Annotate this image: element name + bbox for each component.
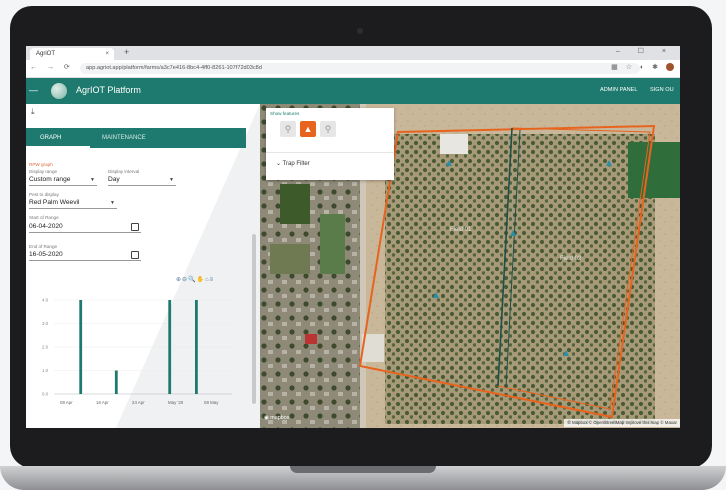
trap-filter-label: Trap Filter bbox=[282, 161, 310, 167]
feature-toggle-sensor[interactable]: ⚲ bbox=[280, 121, 296, 137]
avatar[interactable] bbox=[666, 63, 674, 72]
calendar-icon[interactable] bbox=[131, 251, 139, 259]
calendar-icon[interactable] bbox=[131, 223, 139, 231]
features-panel: Show features ⚲ ▲ ⚲ ⌄ Trap Filter bbox=[266, 108, 394, 180]
menu-icon[interactable]: ― bbox=[29, 85, 38, 95]
display-range-value: Custom range bbox=[29, 176, 71, 183]
star-icon[interactable]: ☆ bbox=[626, 64, 635, 71]
browser-tab-bar: AgriOT × + – ☐ × bbox=[26, 46, 680, 60]
x-tick-label: 08 May bbox=[204, 400, 219, 405]
mapbox-logo: ◉ mapbox bbox=[264, 415, 289, 421]
download-icon[interactable]: ⤓ bbox=[31, 107, 35, 117]
pest-select[interactable]: Red Palm Weevil ▼ bbox=[29, 198, 117, 209]
pest-label: Pest to display bbox=[29, 192, 59, 197]
mapbox-icon: ◉ bbox=[264, 415, 269, 421]
chevron-down-icon: ▼ bbox=[110, 200, 115, 206]
map-attribution[interactable]: © Mapbox © OpenStreetMap Improve this ma… bbox=[564, 419, 680, 427]
start-date-input[interactable]: 06-04-2020 bbox=[29, 222, 141, 233]
app-logo bbox=[51, 83, 67, 99]
chart-bar bbox=[114, 370, 118, 394]
new-tab-button[interactable]: + bbox=[124, 47, 129, 57]
sign-out-link[interactable]: SIGN OU bbox=[650, 87, 674, 93]
feature-toggle-irrigation[interactable]: ⚲ bbox=[320, 121, 336, 137]
section-label: RPW graph bbox=[29, 162, 53, 167]
laptop-notch bbox=[290, 466, 436, 473]
close-tab-icon[interactable]: × bbox=[105, 48, 109, 60]
chevron-down-icon: ▼ bbox=[90, 177, 95, 183]
end-date-value: 16-05-2020 bbox=[29, 251, 63, 258]
puzzle-icon[interactable]: ✱ bbox=[652, 64, 661, 71]
red-roof bbox=[305, 334, 317, 344]
farm-plot bbox=[270, 244, 310, 274]
nav-buttons[interactable]: ← → ⟳ bbox=[30, 63, 74, 71]
panel-tabs: GRAPH MAINTENANCE bbox=[26, 128, 246, 148]
tab-maintenance[interactable]: MAINTENANCE bbox=[102, 135, 146, 141]
sports-field bbox=[628, 142, 680, 198]
start-date-value: 06-04-2020 bbox=[29, 223, 63, 230]
x-tick-label: 08 Apr bbox=[60, 400, 73, 405]
field-02-label: Field 02 bbox=[560, 256, 582, 262]
tab-indicator bbox=[26, 146, 90, 148]
url-input[interactable]: app.agriot.app/platform/farms/a3c7e416-8… bbox=[80, 63, 640, 74]
rpw-bar-chart: 4.0 3.0 2.0 1.0 0.0 08 Apr 16 Apr 24 Apr May '20… bbox=[42, 298, 232, 405]
pest-value: Red Palm Weevil bbox=[29, 199, 80, 206]
extension-icons[interactable]: ▦ ☆ ◐ ✱ bbox=[611, 63, 674, 72]
display-range-label: Display range bbox=[29, 169, 58, 174]
green-field bbox=[280, 184, 310, 224]
trap-filter-toggle[interactable]: ⌄ Trap Filter bbox=[276, 160, 310, 167]
show-features-label: Show features bbox=[270, 111, 300, 116]
satellite-map[interactable]: Field 01 Field 02 Show features ⚲ ▲ ⚲ ⌄ … bbox=[260, 104, 680, 428]
chevron-down-icon: ▼ bbox=[169, 177, 174, 183]
end-range-label: End of Range bbox=[29, 244, 58, 249]
sensor-icon: ⚲ bbox=[284, 124, 292, 134]
chart-bar bbox=[195, 300, 198, 394]
chevron-down-icon: ⌄ bbox=[276, 161, 282, 167]
chart-toolbar[interactable]: ⊕⊖🔍✋⌂≡ bbox=[176, 276, 214, 283]
address-bar: ← → ⟳ app.agriot.app/platform/farms/a3c7… bbox=[26, 60, 680, 78]
x-tick-label: 16 Apr bbox=[96, 400, 109, 405]
app-header: ― AgrIOT Platform ADMIN PANEL SIGN OU bbox=[26, 78, 680, 104]
feature-toggle-trap[interactable]: ▲ bbox=[300, 121, 316, 137]
irrigation-icon: ⚲ bbox=[324, 124, 332, 134]
y-tick-label: 3.0 bbox=[42, 321, 49, 326]
start-range-label: Start of Range bbox=[29, 215, 59, 220]
chart-bar bbox=[168, 300, 172, 394]
display-range-select[interactable]: Custom range ▼ bbox=[29, 175, 97, 186]
admin-panel-link[interactable]: ADMIN PANEL bbox=[600, 87, 638, 93]
divider bbox=[266, 152, 394, 153]
y-tick-label: 1.0 bbox=[42, 368, 49, 373]
extension-icon[interactable]: ◐ bbox=[640, 64, 647, 71]
field-01-label: Field 01 bbox=[450, 227, 472, 233]
app-title: AgrIOT Platform bbox=[76, 85, 141, 95]
tab-graph[interactable]: GRAPH bbox=[40, 135, 61, 141]
mapbox-logo-text: mapbox bbox=[270, 415, 290, 421]
left-panel: ⤓ GRAPH MAINTENANCE RPW graph Display ra… bbox=[26, 104, 260, 428]
display-interval-label: Display interval bbox=[108, 169, 140, 174]
display-interval-value: Day bbox=[108, 176, 120, 183]
x-tick-label: May '20 bbox=[168, 400, 184, 405]
qr-icon[interactable]: ▦ bbox=[611, 64, 621, 71]
y-tick-label: 4.0 bbox=[42, 298, 49, 303]
browser-tab[interactable]: AgriOT × bbox=[30, 48, 114, 60]
building bbox=[440, 134, 468, 154]
y-tick-label: 0.0 bbox=[42, 392, 49, 397]
browser-tab-title: AgriOT bbox=[36, 51, 56, 57]
chart-bar bbox=[79, 300, 83, 394]
display-interval-select[interactable]: Day ▼ bbox=[108, 175, 176, 186]
greenhouse bbox=[320, 214, 345, 274]
window-controls[interactable]: – ☐ × bbox=[616, 47, 674, 55]
trap-icon: ▲ bbox=[303, 124, 313, 134]
y-tick-label: 2.0 bbox=[42, 345, 49, 350]
webcam-icon bbox=[357, 28, 363, 34]
end-date-input[interactable]: 16-05-2020 bbox=[29, 250, 141, 261]
x-tick-label: 24 Apr bbox=[132, 400, 145, 405]
panel-scrollbar[interactable] bbox=[252, 234, 256, 404]
screen: AgriOT × + – ☐ × ← → ⟳ app.agriot.app/pl… bbox=[26, 46, 680, 428]
